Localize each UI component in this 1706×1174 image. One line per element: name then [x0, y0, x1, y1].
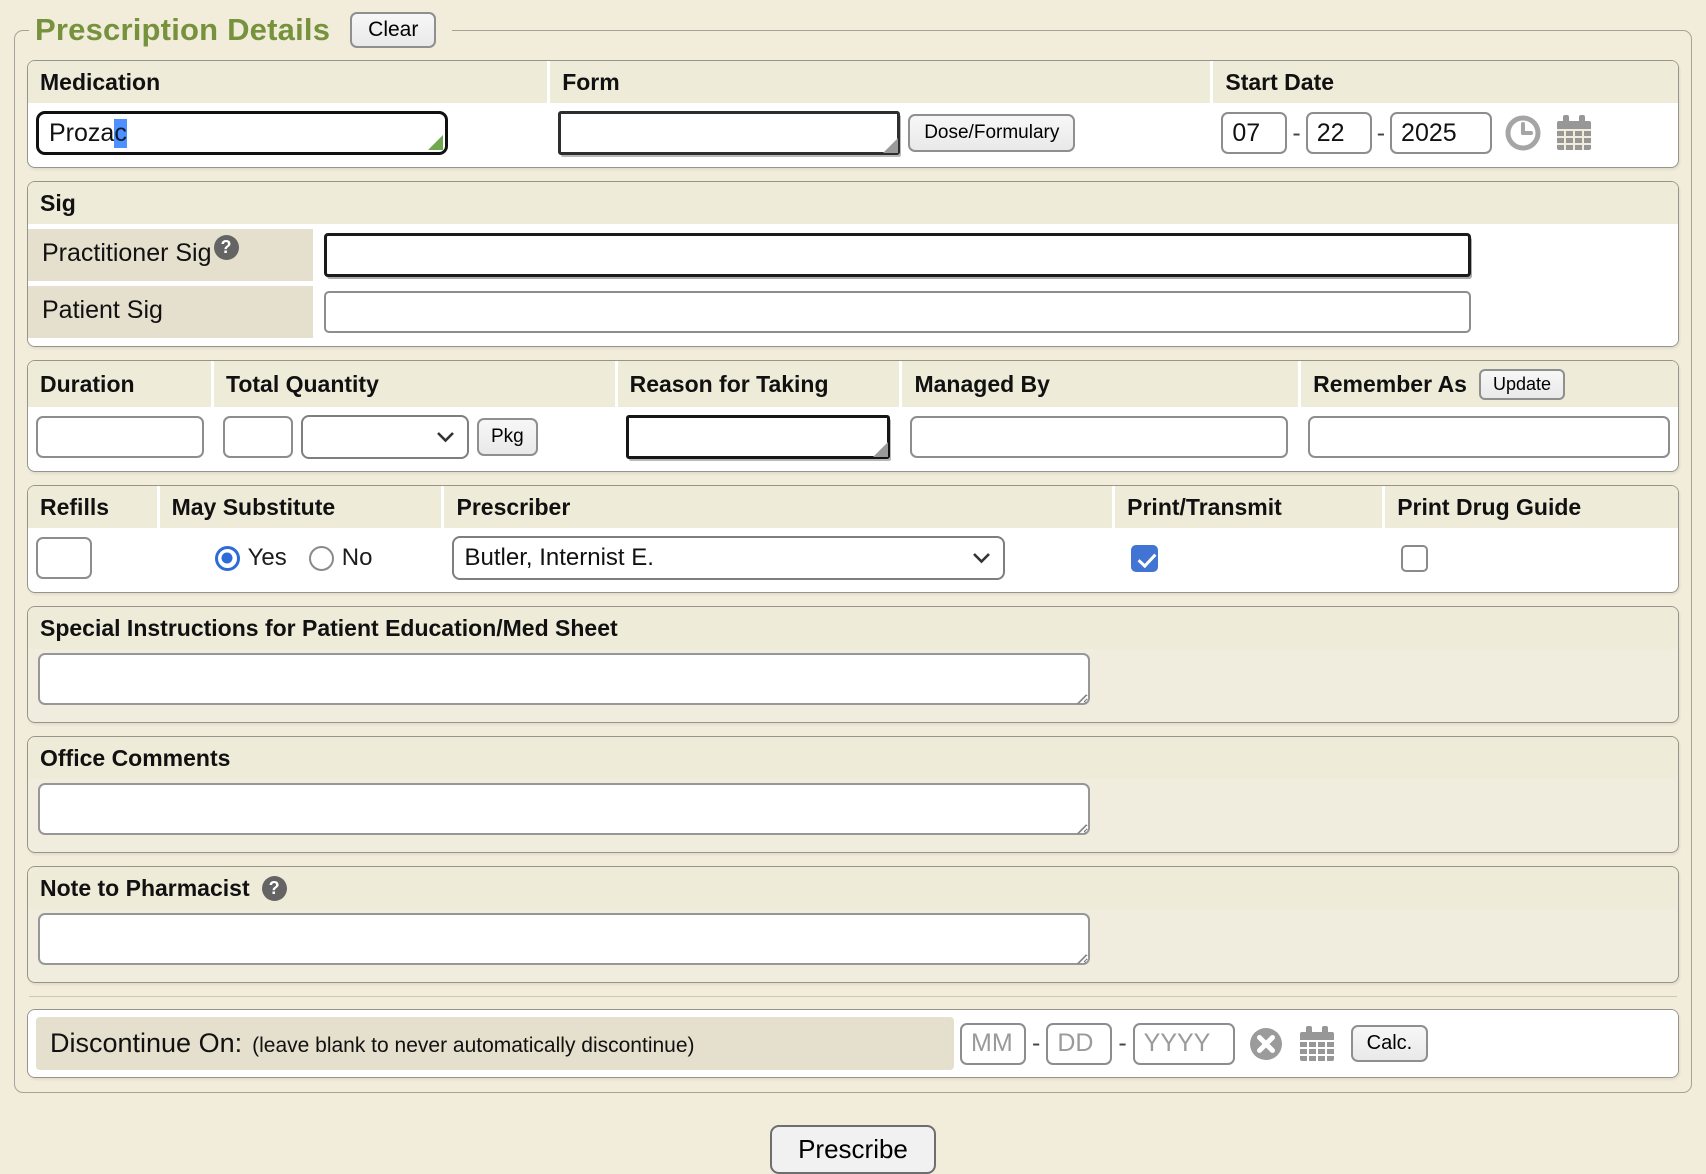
refills-header: Refills: [28, 486, 157, 528]
resize-corner-icon: [873, 442, 888, 457]
date-separator: -: [1032, 1029, 1040, 1058]
date-separator: -: [1377, 119, 1385, 148]
start-day-input[interactable]: [1306, 112, 1372, 154]
may-substitute-header: May Substitute: [160, 486, 442, 528]
form-input-wrap: [558, 111, 900, 155]
page-title: Prescription Details: [35, 12, 330, 48]
prescription-details-fieldset: Prescription Details Clear Medication Fo…: [14, 12, 1692, 1093]
reason-input[interactable]: [626, 415, 890, 459]
quantity-input[interactable]: [223, 416, 293, 458]
note-to-pharmacist-header: Note to Pharmacist ?: [28, 867, 1678, 909]
remember-as-input[interactable]: [1308, 416, 1670, 458]
office-comments-textarea[interactable]: [38, 783, 1090, 835]
reason-input-wrap: [626, 415, 890, 459]
note-to-pharmacist-section: Note to Pharmacist ?: [27, 866, 1679, 983]
substitute-yes-label[interactable]: Yes: [248, 544, 287, 572]
prescriber-select[interactable]: Butler, Internist E.: [452, 536, 1005, 580]
calendar-icon[interactable]: [1297, 1024, 1337, 1064]
details-section: Duration Total Quantity Reason for Takin…: [27, 360, 1679, 472]
patient-sig-label-cell: Patient Sig: [28, 286, 313, 338]
print-drug-guide-checkbox[interactable]: [1401, 545, 1428, 572]
prescriber-header: Prescriber: [444, 486, 1112, 528]
calendar-icon[interactable]: [1554, 113, 1594, 153]
date-separator: -: [1292, 119, 1300, 148]
start-date-header: Start Date: [1213, 61, 1678, 103]
sig-header: Sig: [28, 182, 1678, 224]
resize-corner-icon: [883, 138, 898, 153]
calc-button[interactable]: Calc.: [1351, 1025, 1429, 1062]
note-to-pharmacist-label: Note to Pharmacist: [40, 875, 250, 902]
managed-by-header: Managed By: [902, 361, 1298, 407]
date-separator: -: [1118, 1029, 1126, 1058]
discontinue-label-cell: Discontinue On: (leave blank to never au…: [36, 1017, 954, 1070]
practitioner-sig-label-cell: Practitioner Sig?: [28, 229, 313, 281]
practitioner-sig-label: Practitioner Sig: [42, 239, 212, 268]
fieldset-legend: Prescription Details Clear: [29, 12, 452, 48]
substitute-no-label[interactable]: No: [342, 544, 373, 572]
office-comments-header: Office Comments: [28, 737, 1678, 779]
discontinue-year-input[interactable]: [1133, 1023, 1235, 1065]
dose-formulary-button[interactable]: Dose/Formulary: [908, 114, 1075, 152]
managed-by-input[interactable]: [910, 416, 1288, 458]
discontinue-day-input[interactable]: [1046, 1023, 1112, 1065]
substitute-no-radio[interactable]: [309, 546, 334, 571]
refills-section: Refills May Substitute Prescriber Print/…: [27, 485, 1679, 593]
medication-text: Proza: [49, 119, 114, 148]
print-transmit-checkbox[interactable]: [1131, 545, 1158, 572]
total-quantity-header: Total Quantity: [214, 361, 615, 407]
section-divider: [29, 996, 1677, 997]
discontinue-label: Discontinue On:: [50, 1028, 242, 1059]
print-transmit-header: Print/Transmit: [1115, 486, 1382, 528]
substitute-yes-radio[interactable]: [215, 546, 240, 571]
office-comments-section: Office Comments: [27, 736, 1679, 853]
chevron-down-icon: [972, 552, 991, 564]
quantity-unit-select[interactable]: [301, 415, 469, 459]
clear-button[interactable]: Clear: [350, 12, 436, 48]
discontinue-hint: (leave blank to never automatically disc…: [252, 1034, 694, 1058]
reason-header: Reason for Taking: [618, 361, 900, 407]
print-drug-guide-header: Print Drug Guide: [1385, 486, 1678, 528]
special-instructions-header: Special Instructions for Patient Educati…: [28, 607, 1678, 649]
prescriber-value: Butler, Internist E.: [464, 544, 653, 572]
medication-selected-text: c: [114, 119, 127, 148]
start-month-input[interactable]: [1221, 112, 1287, 154]
patient-sig-input[interactable]: [324, 291, 1471, 333]
special-instructions-textarea[interactable]: [38, 653, 1090, 705]
form-input[interactable]: [558, 111, 900, 155]
refills-input[interactable]: [36, 537, 92, 579]
chevron-down-icon: [436, 431, 455, 443]
medication-section: Medication Form Start Date Prozac Dose/F…: [27, 60, 1679, 168]
discontinue-section: Discontinue On: (leave blank to never au…: [27, 1009, 1679, 1078]
actions-row: Prescribe: [0, 1125, 1706, 1174]
note-to-pharmacist-help-icon[interactable]: ?: [262, 876, 287, 901]
duration-header: Duration: [28, 361, 211, 407]
remember-as-header: Remember As Update: [1301, 361, 1678, 407]
medication-header: Medication: [28, 61, 547, 103]
clear-date-icon[interactable]: [1247, 1025, 1285, 1063]
practitioner-sig-help-icon[interactable]: ?: [214, 235, 239, 260]
medication-input[interactable]: Prozac: [36, 111, 448, 155]
update-button[interactable]: Update: [1479, 369, 1565, 400]
remember-as-label: Remember As: [1313, 371, 1467, 398]
form-header: Form: [550, 61, 1210, 103]
clock-icon[interactable]: [1503, 113, 1543, 153]
practitioner-sig-input[interactable]: [324, 233, 1471, 277]
special-instructions-section: Special Instructions for Patient Educati…: [27, 606, 1679, 723]
patient-sig-label: Patient Sig: [42, 296, 163, 325]
discontinue-month-input[interactable]: [960, 1023, 1026, 1065]
autocomplete-indicator-icon: [428, 135, 443, 150]
prescribe-button[interactable]: Prescribe: [770, 1125, 936, 1174]
duration-input[interactable]: [36, 416, 204, 458]
sig-section: Sig Practitioner Sig? Patient Sig: [27, 181, 1679, 347]
pkg-button[interactable]: Pkg: [477, 418, 538, 456]
note-to-pharmacist-textarea[interactable]: [38, 913, 1090, 965]
start-year-input[interactable]: [1390, 112, 1492, 154]
